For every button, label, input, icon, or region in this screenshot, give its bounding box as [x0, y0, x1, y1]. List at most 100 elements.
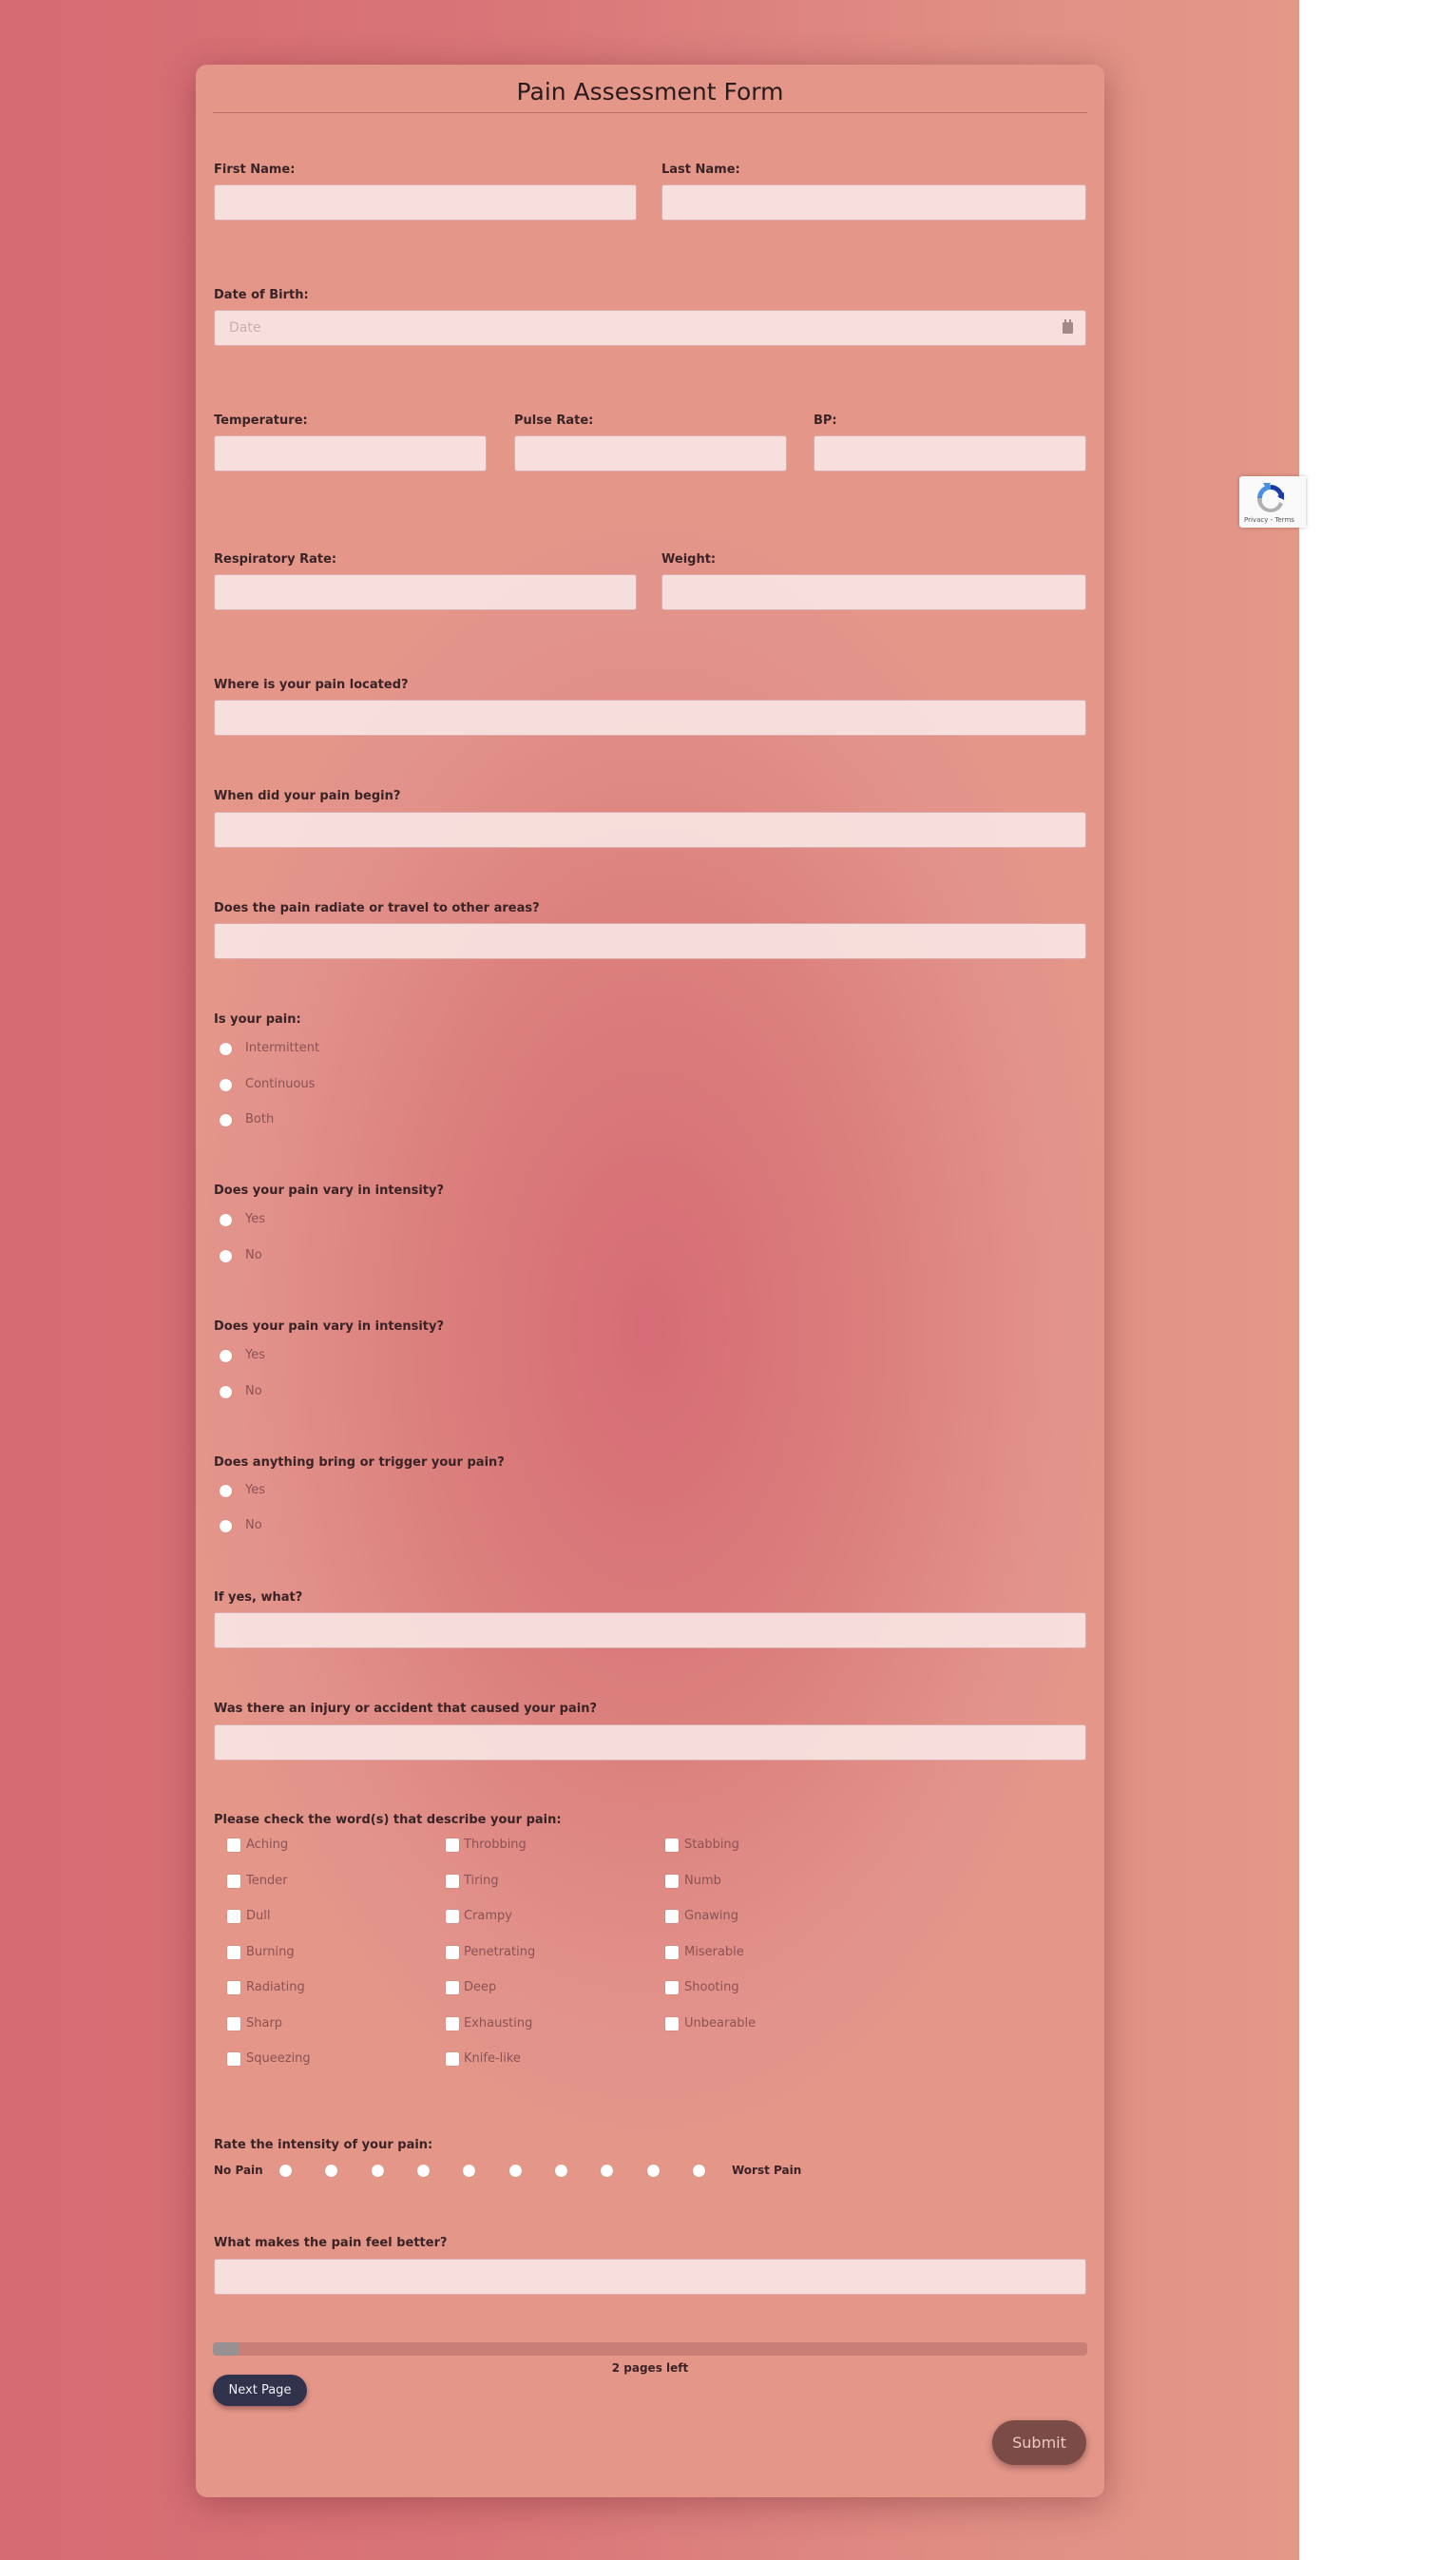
checkbox-label: Exhausting	[464, 2016, 533, 2031]
intensity-radio-3[interactable]	[371, 2165, 384, 2177]
recaptcha-badge[interactable]: Privacy - Terms	[1239, 476, 1306, 528]
checkbox-dull[interactable]	[227, 1910, 240, 1923]
checkbox-label: Dull	[246, 1909, 271, 1923]
checkbox-radiating[interactable]	[227, 1981, 240, 1994]
pain-words-label: Please check the word(s) that describe y…	[214, 1813, 562, 1827]
checkbox-stabbing[interactable]	[665, 1838, 679, 1852]
pain-type-label: Is your pain:	[214, 1012, 301, 1027]
checkbox-label: Burning	[246, 1945, 295, 1959]
submit-button[interactable]: Submit	[992, 2420, 1086, 2465]
vary-intensity-label-2: Does your pain vary in intensity?	[214, 1319, 445, 1334]
radio-trigger-yes[interactable]	[220, 1485, 232, 1497]
temperature-label: Temperature:	[214, 414, 308, 428]
intensity-radio-1[interactable]	[279, 2165, 292, 2177]
if-yes-input[interactable]	[214, 1612, 1086, 1648]
trigger-label: Does anything bring or trigger your pain…	[214, 1455, 505, 1470]
intensity-radio-4[interactable]	[417, 2165, 430, 2177]
intensity-radio-2[interactable]	[325, 2165, 338, 2177]
checkbox-miserable[interactable]	[665, 1946, 679, 1959]
checkbox-label: Unbearable	[684, 2016, 757, 2031]
if-yes-label: If yes, what?	[214, 1590, 303, 1605]
checkbox-label: Miserable	[684, 1945, 744, 1959]
checkbox-label: Shooting	[684, 1980, 739, 1994]
weight-input[interactable]	[661, 574, 1086, 610]
checkbox-label: Gnawing	[684, 1909, 739, 1923]
scale-min-label: No Pain	[214, 2164, 263, 2177]
checkbox-aching[interactable]	[227, 1838, 240, 1852]
respiratory-rate-input[interactable]	[214, 574, 637, 610]
checkbox-label: Stabbing	[684, 1838, 739, 1852]
checkbox-exhausting[interactable]	[446, 2017, 459, 2031]
injury-input[interactable]	[214, 1724, 1086, 1761]
pain-radiate-input[interactable]	[214, 923, 1086, 959]
checkbox-throbbing[interactable]	[446, 1838, 459, 1852]
dob-input[interactable]	[214, 310, 1086, 346]
radio-intermittent[interactable]	[220, 1043, 232, 1055]
pain-begin-input[interactable]	[214, 812, 1086, 848]
checkbox-squeezing[interactable]	[227, 2052, 240, 2066]
first-name-label: First Name:	[214, 163, 296, 177]
last-name-label: Last Name:	[661, 163, 740, 177]
checkbox-label: Knife-like	[464, 2051, 521, 2066]
checkbox-sharp[interactable]	[227, 2017, 240, 2031]
bp-input[interactable]	[814, 435, 1086, 472]
radio-vary2-yes[interactable]	[220, 1350, 232, 1362]
radio-option-label: Intermittent	[245, 1041, 320, 1055]
checkbox-unbearable[interactable]	[665, 2017, 679, 2031]
scale-max-label: Worst Pain	[732, 2164, 802, 2177]
progress-fill	[213, 2342, 239, 2356]
radio-vary-yes[interactable]	[220, 1214, 232, 1226]
radio-both[interactable]	[220, 1114, 232, 1126]
radio-option-label: Yes	[245, 1348, 265, 1362]
checkbox-burning[interactable]	[227, 1946, 240, 1959]
checkbox-tiring[interactable]	[446, 1875, 459, 1888]
radio-continuous[interactable]	[220, 1079, 232, 1091]
first-name-input[interactable]	[214, 184, 637, 221]
intensity-radio-6[interactable]	[508, 2165, 522, 2177]
progress-bar	[213, 2342, 1087, 2356]
intensity-radio-5[interactable]	[463, 2165, 476, 2177]
pulse-rate-label: Pulse Rate:	[514, 414, 594, 428]
next-page-button[interactable]: Next Page	[213, 2375, 307, 2406]
last-name-input[interactable]	[661, 184, 1086, 221]
checkbox-label: Tender	[246, 1874, 288, 1888]
checkbox-label: Crampy	[464, 1909, 512, 1923]
recaptcha-icon	[1256, 483, 1284, 512]
checkbox-label: Deep	[464, 1980, 497, 1994]
radio-option-label: Both	[245, 1112, 275, 1126]
intensity-radio-7[interactable]	[555, 2165, 567, 2177]
calendar-icon[interactable]	[1063, 319, 1073, 334]
checkbox-shooting[interactable]	[665, 1981, 679, 1994]
checkbox-label: Penetrating	[464, 1945, 536, 1959]
recaptcha-links[interactable]: Privacy - Terms	[1244, 516, 1294, 524]
pain-radiate-label: Does the pain radiate or travel to other…	[214, 901, 540, 915]
intensity-radio-9[interactable]	[646, 2165, 660, 2177]
temperature-input[interactable]	[214, 435, 487, 472]
checkbox-crampy[interactable]	[446, 1910, 459, 1923]
feel-better-input[interactable]	[214, 2259, 1086, 2295]
intensity-radio-8[interactable]	[601, 2165, 614, 2177]
form-card: Pain Assessment Form First Name: Last Na…	[196, 65, 1104, 2497]
checkbox-label: Aching	[246, 1838, 289, 1852]
checkbox-tender[interactable]	[227, 1875, 240, 1888]
feel-better-label: What makes the pain feel better?	[214, 2236, 448, 2250]
form-title: Pain Assessment Form	[516, 78, 784, 106]
intensity-label: Rate the intensity of your pain:	[214, 2138, 433, 2152]
checkbox-numb[interactable]	[665, 1875, 679, 1888]
intensity-radio-10[interactable]	[693, 2165, 705, 2177]
checkbox-label: Tiring	[464, 1874, 499, 1888]
pain-location-input[interactable]	[214, 700, 1086, 736]
pulse-rate-input[interactable]	[514, 435, 787, 472]
radio-trigger-no[interactable]	[220, 1520, 232, 1532]
checkbox-gnawing[interactable]	[665, 1910, 679, 1923]
radio-vary-no[interactable]	[220, 1250, 232, 1262]
radio-option-label: Yes	[245, 1483, 265, 1497]
checkbox-penetrating[interactable]	[446, 1946, 459, 1959]
dob-label: Date of Birth:	[214, 288, 309, 302]
checkbox-label: Radiating	[246, 1980, 305, 1994]
checkbox-deep[interactable]	[446, 1981, 459, 1994]
radio-vary2-no[interactable]	[220, 1386, 232, 1398]
checkbox-knife-like[interactable]	[446, 2052, 459, 2066]
pain-begin-label: When did your pain begin?	[214, 789, 401, 803]
radio-option-label: Yes	[245, 1212, 265, 1226]
